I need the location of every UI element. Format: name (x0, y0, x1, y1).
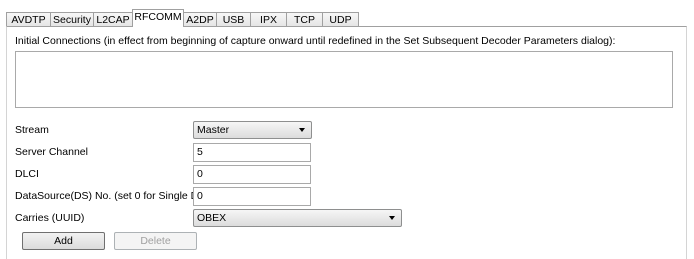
server-channel-input[interactable]: 5 (193, 143, 311, 162)
data-source-input[interactable]: 0 (193, 187, 311, 206)
tab-security[interactable]: Security (50, 12, 94, 27)
stream-select-value: Master (197, 124, 230, 136)
tab-tcp[interactable]: TCP (286, 12, 323, 27)
tab-l2cap[interactable]: L2CAP (93, 12, 133, 27)
carries-select-value: OBEX (197, 212, 227, 224)
tab-avdtp[interactable]: AVDTP (6, 12, 51, 27)
initial-connections-description: Initial Connections (in effect from begi… (15, 35, 616, 47)
dlci-label: DLCI (15, 168, 39, 180)
chevron-down-icon (389, 216, 395, 220)
tab-rfcomm[interactable]: RFCOMM (132, 9, 184, 27)
chevron-down-icon (299, 128, 305, 132)
stream-label: Stream (15, 124, 49, 136)
rfcomm-settings-dialog: AVDTP Security L2CAP RFCOMM A2DP USB IPX… (0, 0, 694, 259)
add-button[interactable]: Add (22, 232, 105, 250)
initial-connections-list[interactable] (15, 51, 673, 108)
data-source-label: DataSource(DS) No. (set 0 for Single DS) (15, 190, 209, 202)
tab-udp[interactable]: UDP (322, 12, 359, 27)
tab-usb[interactable]: USB (216, 12, 251, 27)
delete-button[interactable]: Delete (114, 232, 197, 250)
stream-select[interactable]: Master (193, 121, 312, 139)
tab-ipx[interactable]: IPX (250, 12, 287, 27)
carries-label: Carries (UUID) (15, 212, 85, 224)
server-channel-label: Server Channel (15, 146, 88, 158)
carries-select[interactable]: OBEX (193, 209, 402, 227)
tab-strip: AVDTP Security L2CAP RFCOMM A2DP USB IPX… (6, 9, 359, 27)
dlci-input[interactable]: 0 (193, 165, 311, 184)
tab-a2dp[interactable]: A2DP (183, 12, 217, 27)
